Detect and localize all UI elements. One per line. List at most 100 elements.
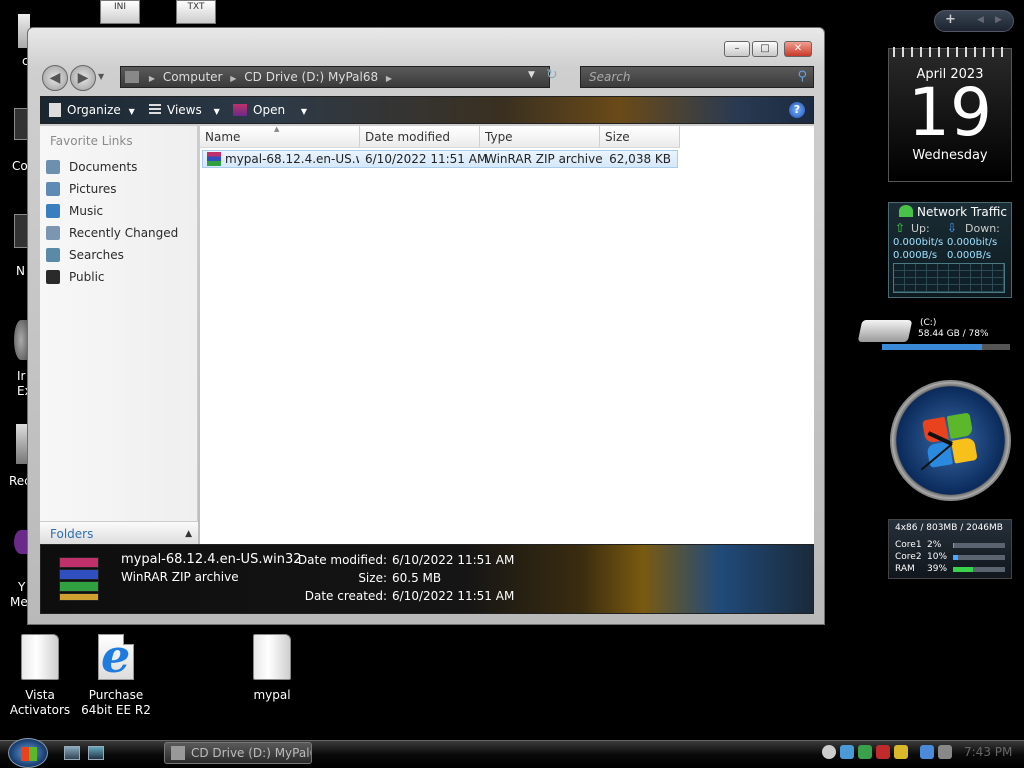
computer-icon[interactable] [14,108,28,140]
ram-bar [953,567,1005,572]
down-arrow-icon: ⇩ [947,221,958,235]
details-pane: mypal-68.12.4.en-US.win32 WinRAR ZIP arc… [40,544,814,614]
search-input[interactable]: Search ⚲ [580,66,814,88]
next-icon[interactable]: ▶ [995,15,1002,25]
file-size: 62,038 KB [609,152,671,166]
partial-label: Co [12,159,28,173]
favorite-links-title: Favorite Links [50,134,133,148]
core2-bar [953,555,1005,560]
yahoo-messenger-icon[interactable] [14,530,28,554]
column-header-type[interactable]: Type [480,126,600,148]
up-arrow-icon: ⇧ [895,221,906,235]
add-gadget-icon[interactable]: + [945,12,956,27]
sidebar-controls: + ◀ ▶ [934,10,1014,32]
nav-item-public[interactable]: Public [46,268,105,286]
network-traffic-gadget[interactable]: Network Traffic ⇧ Up: ⇩ Down: 0.000bit/s… [888,202,1012,298]
open-button[interactable]: Open ▼ [233,97,307,123]
chevron-down-icon: ▼ [213,107,220,116]
tray-volume-muted-icon[interactable] [938,745,952,759]
chevron-down-icon: ▼ [128,107,135,116]
network-icon[interactable] [14,214,28,248]
minimize-button[interactable]: – [724,41,750,57]
help-icon[interactable]: ? [789,102,805,118]
network-title: Network Traffic [917,205,1007,219]
column-header-date-modified[interactable]: Date modified [360,126,480,148]
details-filename: mypal-68.12.4.en-US.win32 [121,552,302,567]
tray-connection-icon[interactable] [920,745,934,759]
chevron-up-icon: ▲ [185,529,192,539]
calendar-rings [893,47,1009,57]
address-bar[interactable]: ▶ Computer ▶ CD Drive (D:) MyPal68 ▶ [120,66,550,88]
cpu-meter-gadget[interactable]: 4x86 / 803MB / 2046MB Core1 2% Core2 10%… [888,519,1012,579]
desktop-icon-mypal[interactable]: mypal [232,634,312,703]
recent-pages-chevron-icon[interactable]: ▼ [98,72,104,81]
explorer-window: – □ ✕ ◀ ▶ ▼ ▶ Computer ▶ CD Drive (D:) M… [27,27,825,625]
search-icon[interactable]: ⚲ [797,67,807,87]
drive-info: 58.44 GB / 78% [918,329,989,339]
breadcrumb-separator-icon: ▶ [230,74,237,83]
organize-button[interactable]: Organize ▼ [49,97,135,123]
clock-gadget[interactable] [890,380,1011,501]
calendar-gadget[interactable]: April 2023 19 Wednesday [888,47,1012,182]
sort-ascending-icon: ▲ [274,125,280,133]
show-desktop-icon[interactable] [64,746,80,760]
drive-small-icon [171,746,185,760]
desktop-icon-vista-activators[interactable]: Vista Activators [0,634,80,718]
nav-item-recently-changed[interactable]: Recently Changed [46,224,178,242]
core1-label: Core1 [895,540,922,550]
refresh-icon[interactable]: ↻ [546,67,564,85]
cpu-header: 4x86 / 803MB / 2046MB [895,523,1003,533]
details-size: 60.5 MB [392,571,442,585]
previous-icon[interactable]: ◀ [977,15,984,25]
ram-label: RAM [895,564,915,574]
tray-network-icon[interactable] [840,745,854,759]
internet-explorer-icon[interactable] [14,320,28,360]
breadcrumb-computer[interactable]: Computer [163,70,223,84]
up-label: Up: [911,222,930,235]
details-size-label: Size: [358,571,387,585]
nav-item-documents[interactable]: Documents [46,158,137,176]
views-button[interactable]: Views ▼ [149,97,220,123]
address-dropdown-icon[interactable]: ▼ [528,70,535,80]
ini-file-icon[interactable]: INI [100,0,140,24]
close-button[interactable]: ✕ [784,41,812,57]
breadcrumb-separator-icon: ▶ [385,74,393,83]
tray-wand-icon[interactable] [894,745,908,759]
forward-button[interactable]: ▶ [70,65,96,91]
ram-value: 39% [927,564,948,574]
maximize-button[interactable]: □ [752,41,778,57]
drive-usage-bar [882,344,1010,350]
back-button[interactable]: ◀ [42,65,68,91]
details-date-created: 6/10/2022 11:51 AM [392,589,515,603]
up-bits: 0.000bit/s [893,237,944,248]
nav-item-pictures[interactable]: Pictures [46,180,117,198]
nav-item-music[interactable]: Music [46,202,103,220]
core2-value: 10% [927,552,948,562]
column-header-name[interactable]: Name ▲ [200,125,360,148]
desktop-icon-purchase[interactable]: e Purchase 64bit EE R2 [76,631,156,718]
folders-toggle[interactable]: Folders ▲ [40,521,198,545]
file-row[interactable]: mypal-68.12.4.en-US.w... 6/10/2022 11:51… [202,150,678,168]
details-date-modified: 6/10/2022 11:51 AM [392,553,515,567]
drive-gadget[interactable]: (C:) 58.44 GB / 78% [857,314,1012,354]
switch-windows-icon[interactable] [88,746,104,760]
traffic-graph [893,263,1005,293]
hard-drive-icon [857,320,913,342]
views-icon [149,104,161,116]
taskbar-button-explorer[interactable]: CD Drive (D:) MyPal68 [164,742,312,764]
down-bytes: 0.000B/s [947,250,992,261]
tray-minus-icon[interactable] [822,745,836,759]
core1-value: 2% [927,540,942,550]
txt-file-icon[interactable]: TXT [176,0,216,24]
column-header-size[interactable]: Size [600,126,680,148]
partial-label: Y [18,580,26,594]
tray-security-icon[interactable] [876,745,890,759]
tray-app-icon[interactable] [858,745,872,759]
breadcrumb-cd-drive[interactable]: CD Drive (D:) MyPal68 [244,70,378,84]
taskbar-clock[interactable]: 7:43 PM [964,745,1012,759]
start-button[interactable] [8,738,48,768]
down-bits: 0.000bit/s [947,237,998,248]
nav-item-searches[interactable]: Searches [46,246,124,264]
winrar-small-icon [233,104,247,116]
address-row: ◀ ▶ ▼ ▶ Computer ▶ CD Drive (D:) MyPal68… [40,64,814,92]
